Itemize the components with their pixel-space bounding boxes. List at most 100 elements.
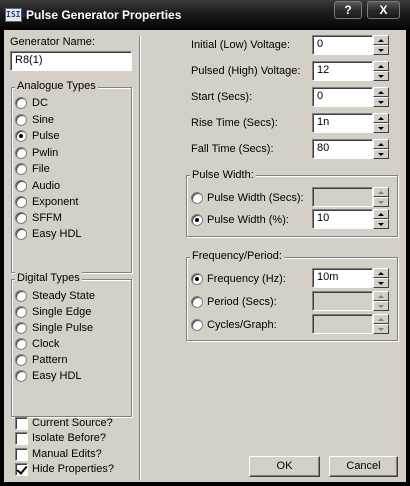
- fall-time-label: Fall Time (Secs):: [191, 143, 274, 155]
- hide-properties-checkbox[interactable]: [15, 463, 28, 476]
- current-source-checkbox[interactable]: [15, 417, 28, 430]
- manual-edits-label: Manual Edits?: [32, 448, 102, 460]
- spin-down-icon[interactable]: [373, 149, 389, 159]
- cycles-input[interactable]: [312, 314, 373, 334]
- isolate-before-checkbox[interactable]: [15, 432, 28, 445]
- pulse-width-percent-input[interactable]: 10: [312, 209, 373, 229]
- title-bar[interactable]: ISIS Pulse Generator Properties ? X: [0, 0, 410, 30]
- initial-voltage-input[interactable]: 0: [312, 35, 373, 55]
- pulse-width-secs-radio[interactable]: [191, 192, 203, 204]
- period-input[interactable]: [312, 291, 373, 311]
- frequency-input[interactable]: 10m: [312, 268, 373, 288]
- spin-up-icon[interactable]: [373, 187, 389, 197]
- cycles-spinner[interactable]: [373, 314, 389, 334]
- spin-up-icon[interactable]: [373, 61, 389, 71]
- spin-up-icon[interactable]: [373, 139, 389, 149]
- digital-option-label: Single Edge: [32, 306, 92, 318]
- isolate-before-label: Isolate Before?: [32, 432, 106, 444]
- pulsed-voltage-spinner[interactable]: [373, 61, 389, 81]
- spin-down-icon[interactable]: [373, 71, 389, 81]
- start-input[interactable]: 0: [312, 87, 373, 107]
- spin-up-icon[interactable]: [373, 314, 389, 324]
- spin-up-icon[interactable]: [373, 87, 389, 97]
- close-button[interactable]: X: [367, 1, 400, 19]
- digital-option-label: Easy HDL: [32, 370, 82, 382]
- digital-radio[interactable]: [15, 290, 27, 302]
- pulsed-voltage-input[interactable]: 12: [312, 61, 373, 81]
- cycles-radio[interactable]: [191, 319, 203, 331]
- analogue-types-group: [11, 87, 132, 273]
- pulsed-voltage-label: Pulsed (High) Voltage:: [191, 65, 301, 77]
- digital-types-title: Digital Types: [15, 272, 82, 284]
- vertical-divider: [139, 36, 141, 480]
- current-source-label: Current Source?: [32, 417, 113, 429]
- spin-down-icon[interactable]: [373, 324, 389, 334]
- rise-time-spinner[interactable]: [373, 113, 389, 133]
- pulse-width-percent-radio[interactable]: [191, 214, 203, 226]
- start-spinner[interactable]: [373, 87, 389, 107]
- period-spinner[interactable]: [373, 291, 389, 311]
- frequency-radio[interactable]: [191, 273, 203, 285]
- digital-option-label: Single Pulse: [32, 322, 94, 334]
- spin-down-icon[interactable]: [373, 123, 389, 133]
- manual-edits-checkbox[interactable]: [15, 448, 28, 461]
- rise-time-input[interactable]: 1n: [312, 113, 373, 133]
- pulse-width-secs-spinner[interactable]: [373, 187, 389, 207]
- fall-time-input[interactable]: 80: [312, 139, 373, 159]
- analogue-radio[interactable]: [15, 228, 27, 240]
- pulse-width-secs-label: Pulse Width (Secs):: [207, 192, 304, 204]
- spin-down-icon[interactable]: [373, 97, 389, 107]
- spin-up-icon[interactable]: [373, 113, 389, 123]
- generator-name-input[interactable]: R8(1): [10, 51, 132, 71]
- analogue-radio[interactable]: [15, 163, 27, 175]
- analogue-radio[interactable]: [15, 212, 27, 224]
- cycles-label: Cycles/Graph:: [207, 319, 277, 331]
- digital-radio[interactable]: [15, 370, 27, 382]
- digital-radio[interactable]: [15, 338, 27, 350]
- pulse-width-percent-spinner[interactable]: [373, 209, 389, 229]
- spin-up-icon[interactable]: [373, 35, 389, 45]
- frequency-spinner[interactable]: [373, 268, 389, 288]
- analogue-option-label: Easy HDL: [32, 228, 82, 240]
- digital-option-label: Pattern: [32, 354, 68, 366]
- initial-voltage-spinner[interactable]: [373, 35, 389, 55]
- fall-time-spinner[interactable]: [373, 139, 389, 159]
- analogue-radio[interactable]: [15, 180, 27, 192]
- start-label: Start (Secs):: [191, 91, 253, 103]
- analogue-option-label: Pulse: [32, 130, 60, 142]
- pulse-width-percent-label: Pulse Width (%):: [207, 214, 289, 226]
- spin-down-icon[interactable]: [373, 278, 389, 288]
- analogue-radio[interactable]: [15, 114, 27, 126]
- spin-down-icon[interactable]: [373, 219, 389, 229]
- help-button[interactable]: ?: [334, 1, 362, 19]
- digital-option-label: Clock: [32, 338, 60, 350]
- analogue-radio[interactable]: [15, 196, 27, 208]
- spin-up-icon[interactable]: [373, 291, 389, 301]
- spin-down-icon[interactable]: [373, 197, 389, 207]
- dialog-client: Generator Name: R8(1) Analogue Types DC …: [4, 30, 406, 482]
- pulse-width-title: Pulse Width:: [190, 169, 256, 181]
- cancel-button[interactable]: Cancel: [329, 456, 398, 477]
- pulse-width-secs-input[interactable]: [312, 187, 373, 207]
- digital-option-label: Steady State: [32, 290, 95, 302]
- spin-down-icon[interactable]: [373, 45, 389, 55]
- period-radio[interactable]: [191, 296, 203, 308]
- spin-down-icon[interactable]: [373, 301, 389, 311]
- analogue-option-label: Pwlin: [32, 147, 59, 159]
- rise-time-label: Rise Time (Secs):: [191, 117, 278, 129]
- analogue-radio[interactable]: [15, 97, 27, 109]
- ok-button[interactable]: OK: [249, 456, 320, 477]
- analogue-radio[interactable]: [15, 130, 27, 142]
- period-label: Period (Secs):: [207, 296, 277, 308]
- spin-up-icon[interactable]: [373, 209, 389, 219]
- analogue-option-label: SFFM: [32, 212, 62, 224]
- digital-radio[interactable]: [15, 354, 27, 366]
- digital-radio[interactable]: [15, 306, 27, 318]
- analogue-option-label: Exponent: [32, 196, 79, 208]
- spin-up-icon[interactable]: [373, 268, 389, 278]
- dialog-window: ISIS Pulse Generator Properties ? X Gene…: [0, 0, 410, 486]
- generator-name-label: Generator Name:: [10, 36, 95, 48]
- analogue-radio[interactable]: [15, 147, 27, 159]
- digital-radio[interactable]: [15, 322, 27, 334]
- hide-properties-label: Hide Properties?: [32, 463, 114, 475]
